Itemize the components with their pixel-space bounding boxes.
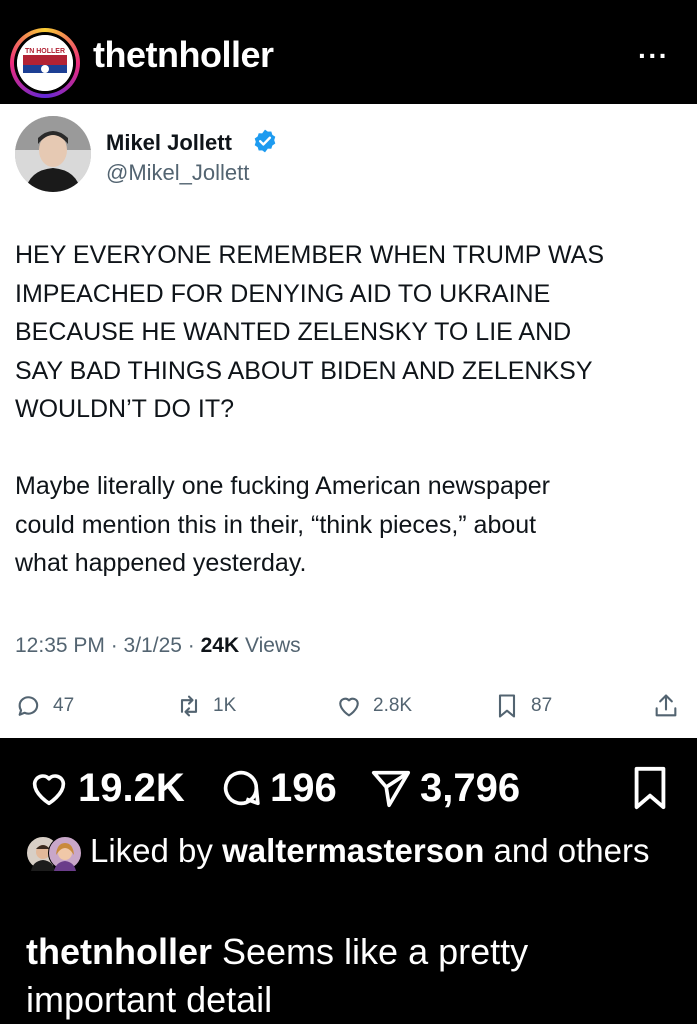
svg-text:TN HOLLER: TN HOLLER — [25, 48, 65, 55]
post-save-button[interactable] — [630, 760, 676, 816]
reply-icon — [18, 696, 39, 716]
avatar — [48, 836, 82, 872]
heart-icon — [339, 697, 359, 717]
post-header: TN HOLLER thetnholler ··· — [0, 0, 697, 104]
bookmark-icon — [634, 766, 666, 810]
post-username[interactable]: thetnholler — [93, 34, 274, 76]
share-icon — [655, 694, 677, 717]
tweet-action-bar: 47 1K 2.8K 87 — [0, 686, 697, 726]
retweet-count: 1K — [213, 695, 237, 716]
tweet-text: HEY EVERYONE REMEMBER WHEN TRUMP WAS IMP… — [15, 241, 604, 577]
tweet-card: Mikel Jollett @Mikel_Jollett HEY EVERYON… — [0, 104, 697, 738]
comment-icon — [223, 770, 260, 806]
tweet-views-count: 24K — [200, 634, 240, 657]
tweet-meta: 12:35 PM · 3/1/25 · 24K Views — [15, 634, 301, 658]
tn-holler-logo: TN HOLLER — [17, 35, 73, 91]
liked-by-prefix: Liked by — [90, 832, 223, 869]
reply-count: 47 — [53, 695, 75, 716]
more-options-icon[interactable]: ··· — [638, 40, 669, 72]
liked-by: Liked by waltermasterson and others — [26, 828, 686, 874]
post-comment-button[interactable]: 196 — [218, 760, 337, 816]
liked-by-username[interactable]: waltermasterson — [222, 832, 484, 869]
bookmark-icon — [498, 694, 516, 718]
verified-badge-icon — [254, 129, 276, 153]
post-share-button[interactable]: 3,796 — [368, 760, 520, 816]
tweet-timestamp: 12:35 PM · 3/1/25 · — [15, 634, 201, 657]
post-comment-count: 196 — [270, 765, 337, 810]
liked-by-suffix: and others — [484, 832, 650, 869]
send-icon — [371, 770, 411, 808]
tweet-bookmark-button[interactable]: 87 — [493, 686, 552, 726]
profile-avatar[interactable]: TN HOLLER — [10, 28, 80, 98]
tweet-share-button[interactable] — [652, 686, 690, 726]
tweet-author-avatar — [15, 116, 91, 192]
post-like-count: 19.2K — [78, 765, 185, 810]
caption-username[interactable]: thetnholler — [26, 931, 212, 972]
bookmark-count: 87 — [531, 695, 553, 716]
heart-icon — [32, 774, 66, 806]
tweet-retweet-button[interactable]: 1K — [175, 686, 236, 726]
tweet-author-name: Mikel Jollett — [106, 130, 232, 155]
tweet-like-button[interactable]: 2.8K — [335, 686, 412, 726]
tweet-reply-button[interactable]: 47 — [15, 686, 74, 726]
post-caption: thetnholler Seems like a pretty importan… — [26, 928, 686, 1024]
tweet-views-label: Views — [239, 634, 301, 657]
post-action-bar: 19.2K 196 3,796 — [0, 760, 697, 820]
retweet-icon — [180, 695, 198, 717]
like-count: 2.8K — [373, 695, 413, 716]
post-share-count: 3,796 — [420, 765, 521, 810]
tweet-author-handle: @Mikel_Jollett — [106, 160, 250, 185]
post-like-button[interactable]: 19.2K — [26, 760, 185, 816]
liked-by-avatars — [26, 836, 84, 872]
